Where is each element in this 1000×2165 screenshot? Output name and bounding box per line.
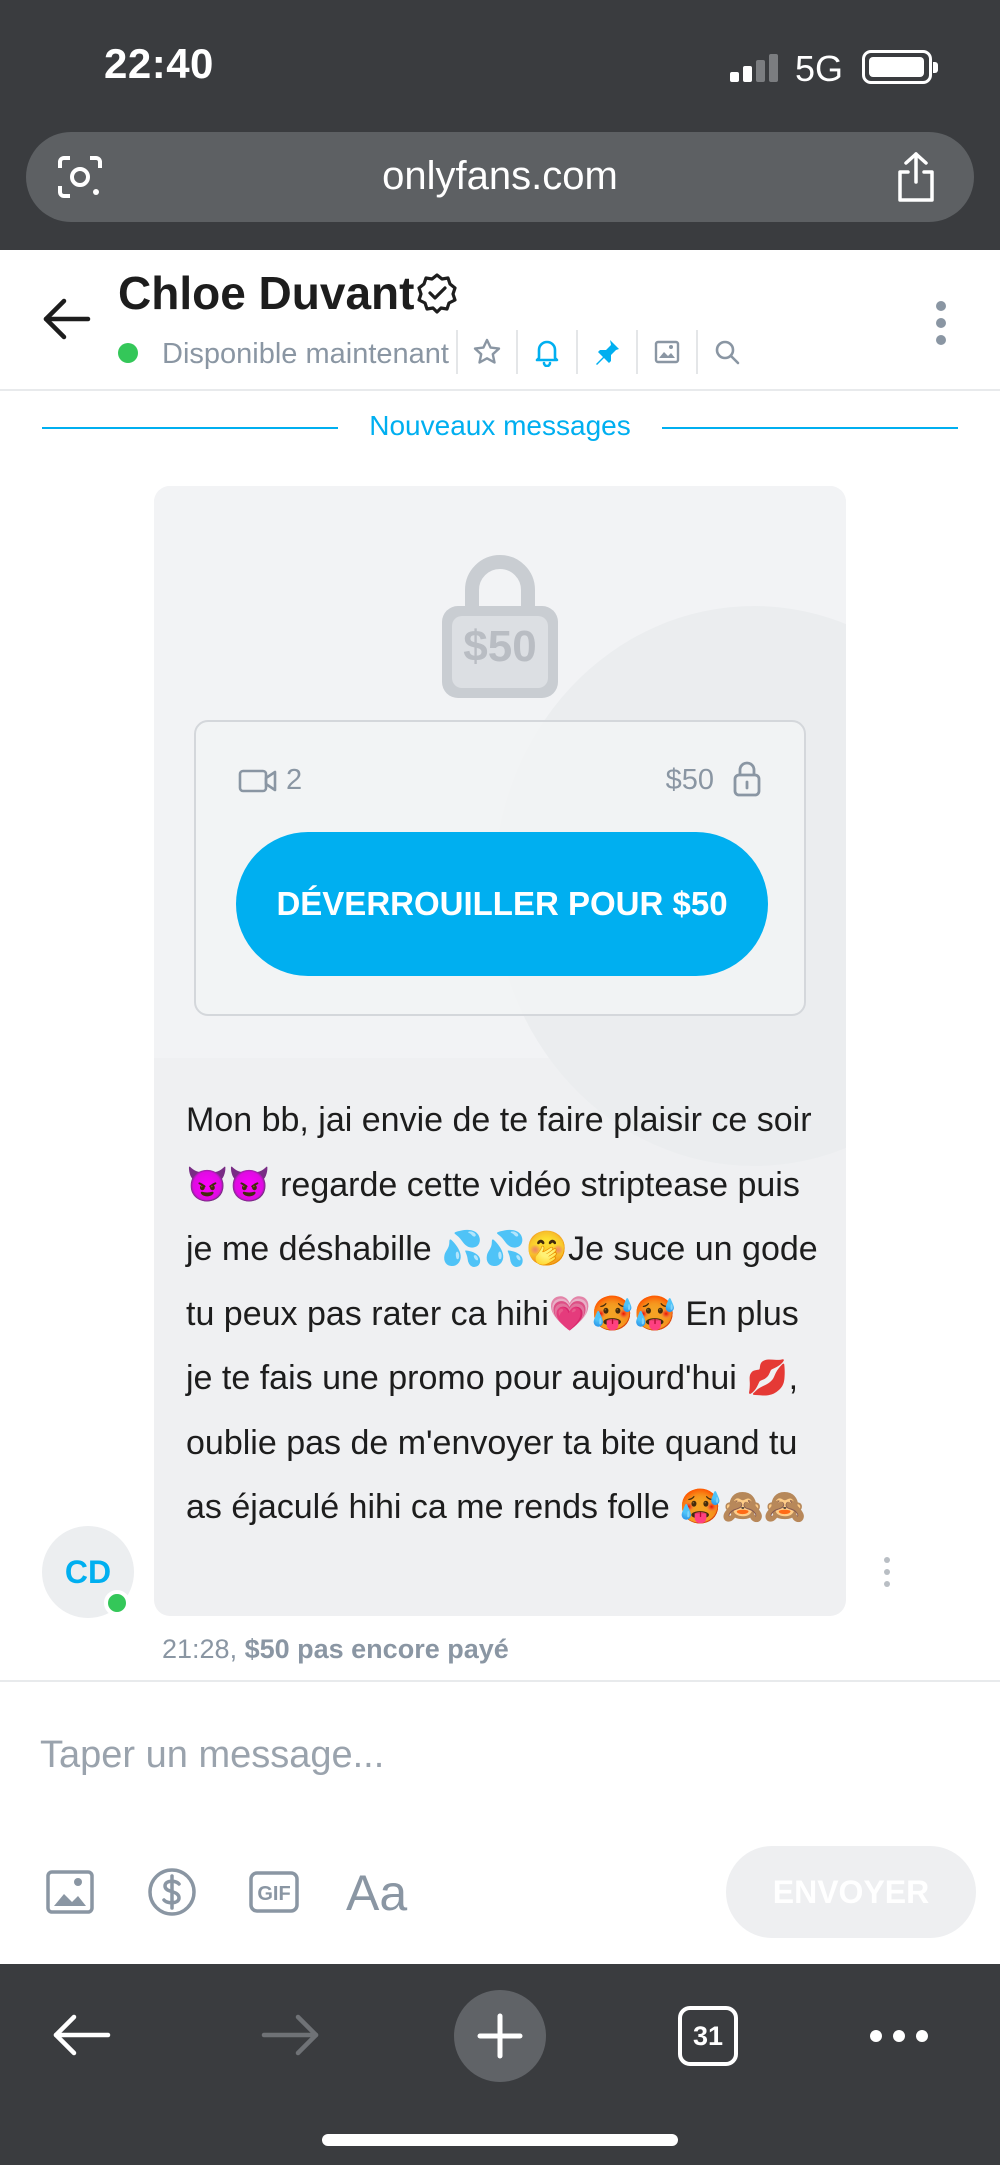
online-status-dot: [118, 343, 138, 363]
locked-media-preview: $50 2 $50 DÉVERROUILLER POUR $50: [154, 486, 846, 1166]
gif-icon[interactable]: GIF: [248, 1866, 300, 1918]
url-text[interactable]: onlyfans.com: [26, 154, 974, 199]
unlock-card: 2 $50 DÉVERROUILLER POUR $50: [194, 720, 806, 1016]
new-messages-divider: Nouveaux messages: [369, 410, 631, 441]
image-upload-icon[interactable]: [44, 1866, 96, 1918]
payment-status: $50 pas encore payé: [244, 1634, 509, 1664]
star-icon[interactable]: [456, 330, 516, 374]
browser-back-icon[interactable]: [50, 2012, 112, 2058]
network-label: 5G: [795, 48, 844, 89]
signal-icon: [730, 52, 782, 82]
browser-top-bar: 22:40 5G onlyfans.com: [0, 0, 1000, 250]
battery-icon: [862, 50, 938, 84]
pin-icon[interactable]: [576, 330, 636, 374]
home-indicator: [322, 2134, 678, 2146]
text-format-icon[interactable]: Aa: [346, 1864, 407, 1922]
header-actions: [456, 330, 756, 374]
message-time: 21:28,: [162, 1634, 238, 1664]
avatar-online-dot: [104, 1590, 130, 1616]
contact-name[interactable]: Chloe Duvant: [118, 266, 414, 320]
message-meta: 21:28, $50 pas encore payé: [162, 1634, 509, 1665]
address-bar[interactable]: onlyfans.com: [26, 132, 974, 222]
message-text: Mon bb, jai envie de te faire plaisir ce…: [186, 1101, 818, 1526]
message-options-icon[interactable]: [880, 1556, 894, 1588]
bell-icon[interactable]: [516, 330, 576, 374]
divider-line-right: [662, 427, 958, 429]
status-time: 22:40: [104, 40, 214, 87]
plus-icon: [477, 2013, 523, 2059]
chat-header: Chloe Duvant Disponible maintenant: [0, 250, 1000, 391]
verified-icon: [417, 273, 457, 314]
video-camera-icon: [238, 769, 277, 793]
share-icon[interactable]: [894, 150, 938, 204]
more-options-icon[interactable]: [926, 298, 956, 348]
composer-divider: [0, 1680, 1000, 1682]
gallery-icon[interactable]: [636, 330, 696, 374]
back-arrow-icon[interactable]: [40, 296, 92, 342]
svg-text:GIF: GIF: [257, 1883, 290, 1905]
send-button[interactable]: ENVOYER: [726, 1846, 976, 1938]
dollar-tip-icon[interactable]: [146, 1866, 198, 1918]
video-count: 2: [286, 764, 303, 796]
browser-forward-icon[interactable]: [260, 2012, 322, 2058]
browser-menu-icon[interactable]: [868, 2026, 930, 2046]
browser-bottom-bar: 31: [0, 1964, 1000, 2165]
unlock-button[interactable]: DÉVERROUILLER POUR $50: [236, 832, 768, 976]
message-bubble: $50 2 $50 DÉVERROUILLER POUR $50 Mon bb,…: [154, 486, 846, 1616]
new-tab-button[interactable]: [454, 1990, 546, 2082]
search-icon[interactable]: [696, 330, 756, 374]
lock-price-label: $50: [463, 622, 537, 671]
lock-icon: [733, 761, 761, 797]
tab-switcher-button[interactable]: 31: [678, 2006, 738, 2066]
card-price: $50: [665, 764, 714, 796]
availability-status: Disponible maintenant: [162, 338, 449, 370]
message-input[interactable]: [40, 1730, 940, 1780]
